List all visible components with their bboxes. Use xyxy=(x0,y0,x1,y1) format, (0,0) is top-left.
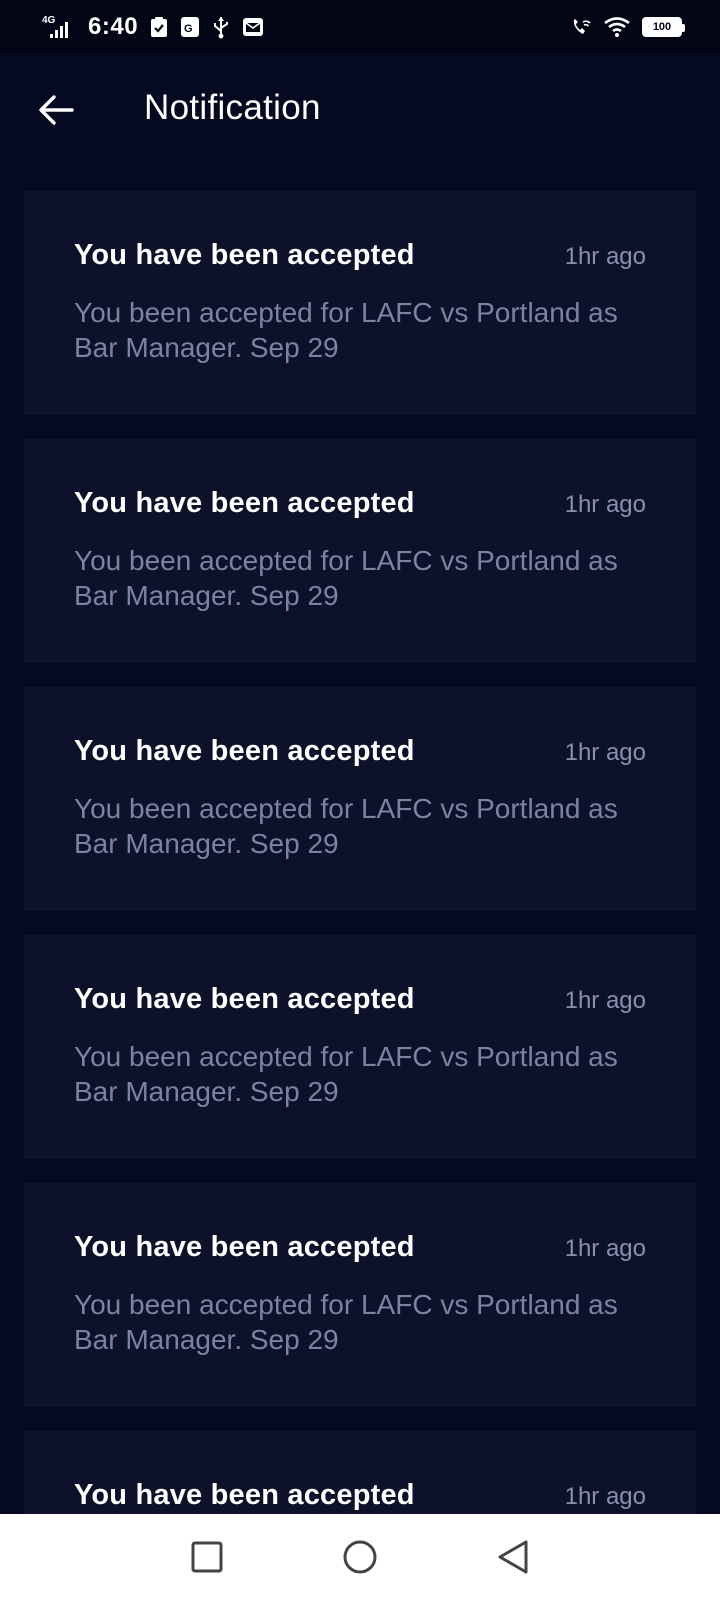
notification-card[interactable]: You have been accepted 1hr ago You been … xyxy=(24,439,696,663)
sim-icon: G xyxy=(180,16,200,38)
notification-time: 1hr ago xyxy=(564,987,646,1014)
notification-title: You have been accepted xyxy=(74,983,415,1015)
notification-title: You have been accepted xyxy=(74,487,415,519)
recent-apps-icon xyxy=(191,1541,223,1573)
shield-check-icon xyxy=(150,16,168,38)
notification-card[interactable]: You have been accepted 1hr ago You been … xyxy=(24,1183,696,1407)
notification-card[interactable]: You have been accepted 1hr ago You been … xyxy=(24,935,696,1159)
notification-body: You been accepted for LAFC vs Portland a… xyxy=(74,1041,618,1107)
back-icon xyxy=(498,1540,528,1574)
notification-title: You have been accepted xyxy=(74,1479,415,1511)
system-nav-bar xyxy=(0,1514,720,1600)
svg-text:G: G xyxy=(184,23,193,35)
arrow-left-icon xyxy=(39,95,74,125)
wifi-calling-icon xyxy=(570,17,592,37)
home-button[interactable] xyxy=(335,1532,385,1582)
app-header: Notification xyxy=(0,54,720,164)
notification-list[interactable]: You have been accepted 1hr ago You been … xyxy=(24,191,696,1514)
battery-icon: 100 xyxy=(642,17,685,37)
status-time: 6:40 xyxy=(88,13,139,40)
usb-icon xyxy=(212,15,230,39)
notification-time: 1hr ago xyxy=(564,1483,646,1510)
notification-time: 1hr ago xyxy=(564,1235,646,1262)
mail-icon xyxy=(242,17,264,37)
notification-card[interactable]: You have been accepted 1hr ago xyxy=(24,1431,696,1514)
system-back-button[interactable] xyxy=(488,1532,538,1582)
status-bar: 4G 6:40 G 100 xyxy=(0,0,720,54)
network-type: 4G xyxy=(42,15,56,26)
wifi-icon xyxy=(604,17,630,37)
notification-time: 1hr ago xyxy=(564,739,646,766)
notification-body: You been accepted for LAFC vs Portland a… xyxy=(74,1289,618,1355)
battery-level: 100 xyxy=(652,21,672,33)
notification-time: 1hr ago xyxy=(564,491,646,518)
notification-body: You been accepted for LAFC vs Portland a… xyxy=(74,793,618,859)
status-bar-left: 4G 6:40 G xyxy=(42,13,264,41)
back-button[interactable] xyxy=(36,90,76,130)
notification-title: You have been accepted xyxy=(74,1231,415,1263)
notification-card[interactable]: You have been accepted 1hr ago You been … xyxy=(24,191,696,415)
recent-apps-button[interactable] xyxy=(182,1532,232,1582)
notification-body: You been accepted for LAFC vs Portland a… xyxy=(74,545,618,611)
notification-card[interactable]: You have been accepted 1hr ago You been … xyxy=(24,687,696,911)
notification-title: You have been accepted xyxy=(74,735,415,767)
notification-title: You have been accepted xyxy=(74,239,415,271)
notification-body: You been accepted for LAFC vs Portland a… xyxy=(74,297,618,363)
signal-icon: 4G xyxy=(42,14,72,40)
home-icon xyxy=(343,1540,377,1574)
page-title: Notification xyxy=(144,88,321,127)
status-bar-right: 100 xyxy=(570,17,685,37)
notification-screen: 4G 6:40 G 100 Notification You have been… xyxy=(0,0,720,1600)
notification-time: 1hr ago xyxy=(564,243,646,270)
